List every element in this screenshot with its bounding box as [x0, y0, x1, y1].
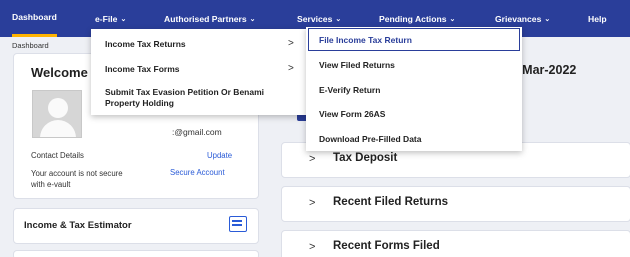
breadcrumb[interactable]: Dashboard: [12, 41, 49, 50]
welcome-title: Welcome: [31, 65, 88, 80]
next-card: [13, 250, 259, 257]
submenu-item-view-form-26as[interactable]: View Form 26AS: [319, 109, 385, 119]
itr-submenu: File Income Tax Return View Filed Return…: [306, 27, 522, 151]
calculator-icon: [229, 216, 247, 232]
estimator-label: Income & Tax Estimator: [24, 220, 132, 231]
nav-help-label: Help: [588, 13, 607, 24]
nav-efile-label: e-File: [95, 13, 118, 24]
chevron-right-icon: >: [309, 197, 316, 209]
section-label: Recent Forms Filed: [333, 240, 440, 252]
chevron-right-icon: >: [288, 38, 294, 49]
income-tax-estimator-card[interactable]: Income & Tax Estimator: [13, 208, 259, 244]
section-label: Tax Deposit: [333, 152, 398, 164]
nav-pending-label: Pending Actions: [379, 13, 447, 24]
chevron-down-icon: ⌄: [249, 15, 256, 23]
vault-status-text: Your account is not secure with e-vault: [31, 169, 123, 189]
section-recent-filed-returns[interactable]: > Recent Filed Returns: [281, 186, 630, 222]
submenu-item-download-prefilled-data[interactable]: Download Pre-Filled Data: [319, 134, 422, 144]
chevron-right-icon: >: [309, 241, 316, 253]
chevron-right-icon: >: [288, 63, 294, 74]
avatar-body: [40, 120, 76, 137]
user-email: :@gmail.com: [172, 127, 222, 137]
secure-account-link[interactable]: Secure Account: [170, 168, 225, 177]
submenu-item-view-filed-returns[interactable]: View Filed Returns: [319, 60, 395, 70]
contact-details-label: Contact Details: [31, 151, 84, 160]
efile-dropdown-menu: Income Tax Returns > Income Tax Forms > …: [91, 29, 306, 115]
last-login-date: -Mar-2022: [518, 63, 577, 77]
submenu-item-e-verify-return[interactable]: E-Verify Return: [319, 85, 380, 95]
chevron-right-icon: >: [309, 153, 316, 165]
menu-item-tax-evasion-petition[interactable]: Submit Tax Evasion Petition Or Benami Pr…: [105, 87, 285, 109]
nav-dashboard[interactable]: Dashboard: [12, 0, 57, 37]
chevron-down-icon: ⌄: [449, 15, 456, 23]
avatar: [32, 90, 82, 138]
chevron-down-icon: ⌄: [335, 15, 342, 23]
menu-item-income-tax-forms[interactable]: Income Tax Forms: [105, 64, 179, 74]
nav-dashboard-label: Dashboard: [12, 12, 57, 22]
menu-item-income-tax-returns[interactable]: Income Tax Returns: [105, 39, 186, 49]
section-recent-forms-filed[interactable]: > Recent Forms Filed: [281, 230, 630, 257]
chevron-down-icon: ⌄: [544, 15, 551, 23]
update-link[interactable]: Update: [207, 151, 232, 160]
nav-grievances-label: Grievances: [495, 13, 542, 24]
nav-services-label: Services: [297, 13, 333, 24]
section-label: Recent Filed Returns: [333, 196, 449, 208]
avatar-head: [48, 98, 68, 118]
nav-partners-label: Authorised Partners: [164, 13, 247, 24]
submenu-item-file-itr[interactable]: File Income Tax Return: [319, 35, 412, 45]
nav-help[interactable]: Help: [588, 0, 607, 37]
chevron-down-icon: ⌄: [120, 15, 127, 23]
